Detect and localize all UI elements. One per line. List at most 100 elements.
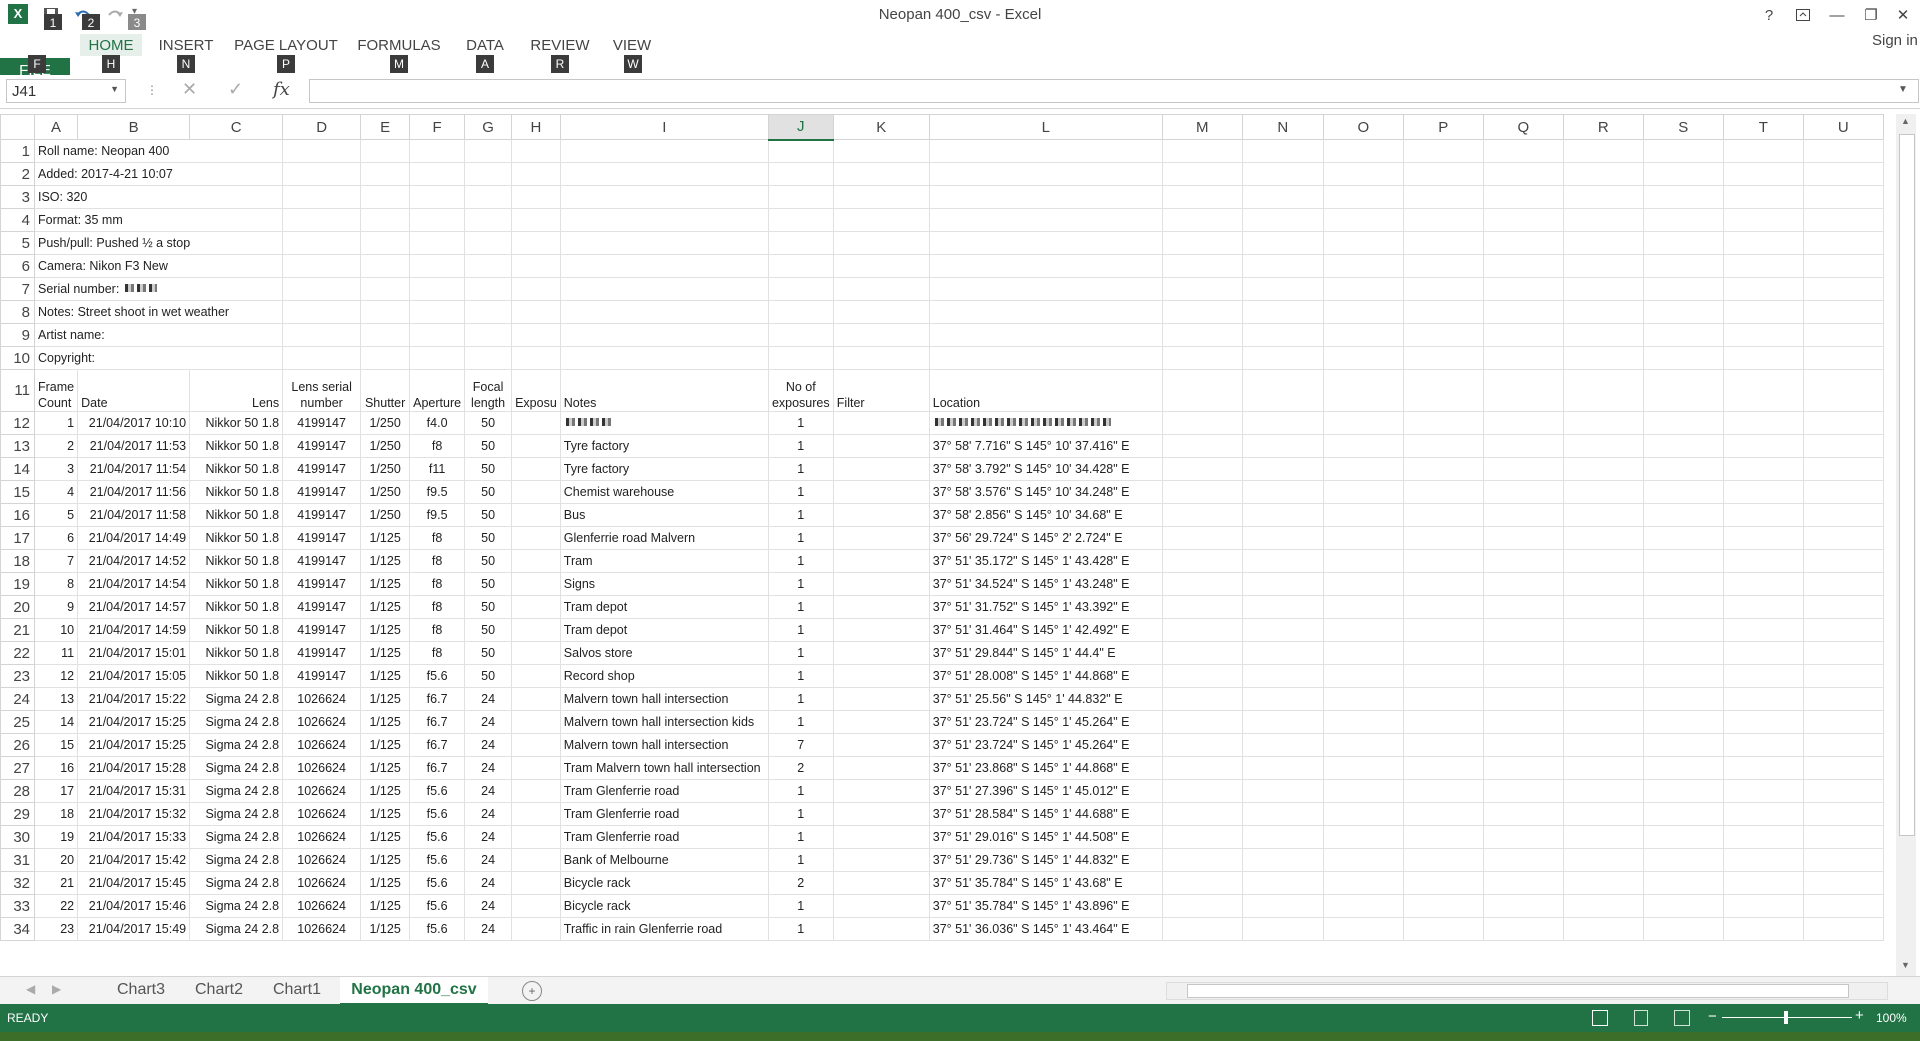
cell-lens[interactable]: Sigma 24 2.8	[189, 802, 284, 826]
cell[interactable]	[1322, 641, 1404, 665]
cell-frame[interactable]: 19	[33, 825, 79, 849]
cell-notes[interactable]: Traffic in rain Glenferrie road	[559, 917, 769, 941]
cell[interactable]	[1722, 917, 1804, 941]
cell[interactable]	[1722, 231, 1804, 255]
cell[interactable]	[1161, 825, 1243, 849]
cell[interactable]	[1241, 411, 1324, 435]
cell[interactable]	[1642, 434, 1724, 458]
cell[interactable]	[928, 300, 1163, 324]
cell[interactable]	[1562, 641, 1644, 665]
cell[interactable]	[832, 277, 930, 301]
cell[interactable]	[1482, 871, 1564, 895]
cell-shutter[interactable]: 1/125	[360, 572, 411, 596]
cell-aperture[interactable]: f4.0	[409, 411, 466, 435]
cell[interactable]	[511, 185, 561, 209]
cell[interactable]	[1562, 572, 1644, 596]
cell[interactable]	[1402, 871, 1484, 895]
cell-frame[interactable]: 22	[33, 894, 79, 918]
cell[interactable]	[767, 162, 834, 186]
cell[interactable]	[1482, 346, 1564, 370]
cell-shutter[interactable]: 1/125	[360, 641, 411, 665]
cell[interactable]	[1322, 687, 1404, 711]
cell[interactable]	[1161, 917, 1243, 941]
meta-cell[interactable]: Camera: Nikon F3 New	[33, 254, 284, 278]
cell[interactable]	[1241, 572, 1324, 596]
cell-shutter[interactable]: 1/250	[360, 434, 411, 458]
cell-shutter[interactable]: 1/125	[360, 779, 411, 803]
cell[interactable]	[1482, 139, 1564, 163]
cell-frame[interactable]: 1	[33, 411, 79, 435]
cell-location[interactable]: 37° 58' 2.856" S 145° 10' 34.68" E	[928, 503, 1163, 527]
cell[interactable]	[1802, 300, 1884, 324]
cell-location[interactable]: 37° 51' 35.784" S 145° 1' 43.896" E	[928, 894, 1163, 918]
cell-filter[interactable]	[832, 434, 930, 458]
cell-notes[interactable]: Tyre factory	[559, 434, 769, 458]
meta-cell[interactable]: Roll name: Neopan 400	[33, 139, 284, 163]
cell[interactable]	[360, 346, 411, 370]
cell[interactable]	[1802, 871, 1884, 895]
cell[interactable]	[1241, 503, 1324, 527]
cell-lens[interactable]: Sigma 24 2.8	[189, 917, 284, 941]
cell[interactable]	[1482, 595, 1564, 619]
cell[interactable]	[832, 254, 930, 278]
cell-exposure[interactable]	[511, 802, 561, 826]
cell-location[interactable]: 37° 51' 35.172" S 145° 1' 43.428" E	[928, 549, 1163, 573]
cell[interactable]	[1322, 503, 1404, 527]
cell[interactable]	[559, 208, 769, 232]
cell-aperture[interactable]: f5.6	[409, 917, 466, 941]
cell[interactable]	[1722, 779, 1804, 803]
cell-filter[interactable]	[832, 618, 930, 642]
cell[interactable]	[1322, 139, 1404, 163]
cell[interactable]	[1722, 480, 1804, 504]
cell[interactable]	[464, 185, 513, 209]
cell-aperture[interactable]: f11	[409, 457, 466, 481]
cell[interactable]	[767, 208, 834, 232]
cell-exposure[interactable]	[511, 572, 561, 596]
scroll-up-icon[interactable]: ▲	[1901, 116, 1910, 126]
cell[interactable]	[1402, 277, 1484, 301]
header-date[interactable]: Date	[77, 369, 191, 412]
cell[interactable]	[1482, 618, 1564, 642]
tab-formulas[interactable]: FORMULAS	[357, 34, 440, 56]
cell[interactable]	[1322, 779, 1404, 803]
col-header-q[interactable]: Q	[1482, 114, 1564, 140]
cell-focal-length[interactable]: 50	[464, 572, 513, 596]
cell-lens-serial[interactable]: 4199147	[282, 618, 362, 642]
cell-location[interactable]: 37° 51' 34.524" S 145° 1' 43.248" E	[928, 572, 1163, 596]
cell-location[interactable]: 37° 58' 3.792" S 145° 10' 34.428" E	[928, 457, 1163, 481]
meta-cell[interactable]: Format: 35 mm	[33, 208, 284, 232]
cell-no-of-exposures[interactable]: 1	[767, 894, 834, 918]
cell[interactable]	[511, 231, 561, 255]
cell[interactable]	[1562, 733, 1644, 757]
cell-lens-serial[interactable]: 4199147	[282, 549, 362, 573]
cell[interactable]	[1241, 300, 1324, 324]
cell[interactable]	[767, 231, 834, 255]
cell[interactable]	[1322, 664, 1404, 688]
cell[interactable]	[1322, 871, 1404, 895]
cell[interactable]	[1322, 802, 1404, 826]
cell[interactable]	[1241, 277, 1324, 301]
cell-lens[interactable]: Nikkor 50 1.8	[189, 503, 284, 527]
cell[interactable]	[1161, 618, 1243, 642]
row-header[interactable]: 8	[0, 300, 35, 324]
meta-cell[interactable]: Serial number:	[33, 277, 284, 301]
cell-lens-serial[interactable]: 1026624	[282, 917, 362, 941]
cell[interactable]	[360, 277, 411, 301]
row-header[interactable]: 21	[0, 618, 35, 642]
cell[interactable]	[360, 231, 411, 255]
cell[interactable]	[464, 323, 513, 347]
cell-no-of-exposures[interactable]: 1	[767, 411, 834, 435]
cell[interactable]	[1402, 503, 1484, 527]
cell[interactable]	[1562, 871, 1644, 895]
cell-date[interactable]: 21/04/2017 15:25	[77, 710, 191, 734]
col-header-m[interactable]: M	[1161, 114, 1243, 140]
cell[interactable]	[1161, 894, 1243, 918]
normal-view-icon[interactable]	[1592, 1010, 1608, 1026]
cell[interactable]	[1802, 231, 1884, 255]
cell[interactable]	[1562, 139, 1644, 163]
tab-review[interactable]: REVIEW	[528, 34, 592, 56]
cell[interactable]	[1562, 411, 1644, 435]
cell-location[interactable]: 37° 58' 3.576" S 145° 10' 34.248" E	[928, 480, 1163, 504]
cell-filter[interactable]	[832, 710, 930, 734]
cell[interactable]	[1482, 254, 1564, 278]
